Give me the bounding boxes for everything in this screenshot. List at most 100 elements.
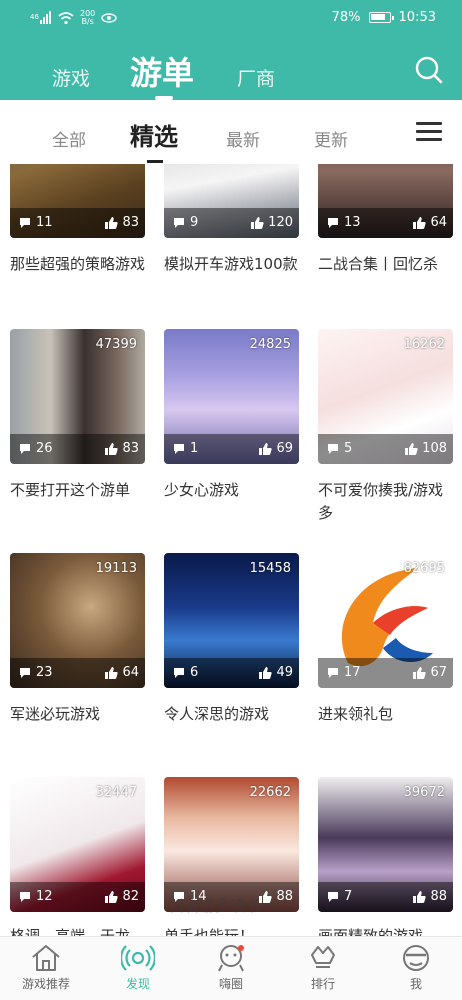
svg-text:46: 46 [30,13,39,21]
card-title: 少女心游戏 [164,481,240,499]
view-count: 39672 [403,785,445,800]
card-title: 那些超强的策略游戏 [10,255,146,273]
comment-icon [328,443,338,454]
nav-circle[interactable]: 嗨圈 [196,943,266,992]
view-count: 24825 [249,337,291,352]
profile-icon [403,945,429,971]
sub-tabs: 全部 精选 最新 更新 [0,100,462,164]
game-list-grid: 11 83 那些超强的策略游戏 9 120 模拟开车游戏100款 13 64 二… [0,164,462,936]
card-stats: 26 83 [10,434,145,464]
comment-icon [20,667,30,678]
card-stats: 13 64 [318,208,453,238]
card-stats: 6 49 [164,658,299,688]
view-count: 15458 [249,561,291,576]
comment-icon [20,217,30,228]
comment-icon [174,667,184,678]
tab-vendors[interactable]: 厂商 [237,64,275,91]
subtab-updated[interactable]: 更新 [314,126,348,151]
view-count: 16262 [403,337,445,352]
app-header: 46 200 B/s 78% 10:53 游戏 游单 厂商 [0,0,462,100]
home-icon [32,945,60,971]
card-stats: 23 64 [10,658,145,688]
card-thumbnail: 13 64 [318,164,453,238]
trophy-icon [311,946,335,968]
thumbs-up-icon [413,666,427,679]
card-stats: 5 108 [318,434,453,464]
tab-games[interactable]: 游戏 [52,64,90,91]
clock: 10:53 [398,10,436,25]
thumbs-up-icon [405,442,418,455]
comment-icon [20,891,30,902]
card-thumbnail: 19113 23 64 [10,553,145,688]
card-title: 军迷必玩游戏 [10,705,101,723]
thumbs-up-icon [413,890,427,903]
card-title: 进来领礼包 [318,705,394,723]
card-title: 不可爱你揍我/游戏多 [318,481,444,522]
thumbs-up-icon [259,442,273,455]
battery-icon [368,12,394,23]
card-stats: 12 82 [10,882,145,912]
list-menu-icon[interactable] [416,122,442,144]
watermark: 抖音游多读书 [170,897,261,915]
search-icon[interactable] [414,55,444,85]
subtab-indicator [147,160,163,163]
subtab-all[interactable]: 全部 [52,126,86,151]
card-stats: 11 83 [10,208,145,238]
nav-discover[interactable]: 发现 [103,943,173,992]
card-thumbnail: 82695 17 67 [318,553,453,688]
tab-game-lists[interactable]: 游单 [130,48,194,94]
signal-icon: 46 [30,11,51,24]
view-count: 32447 [95,785,137,800]
view-count: 47399 [95,337,137,352]
network-speed: 200 B/s [80,9,96,26]
card-title: 画面精致的游戏 [318,927,424,936]
eye-icon [101,13,117,23]
card-thumbnail: 47399 26 83 [10,329,145,464]
card-thumbnail: 39672 7 88 [318,777,453,912]
card-thumbnail: 9 120 [164,164,299,238]
thumbs-up-icon [105,890,119,903]
thumbs-up-icon [413,216,427,229]
thumbs-up-icon [259,890,273,903]
card-stats: 7 88 [318,882,453,912]
view-count: 82695 [403,561,445,576]
card-title: 单手也能玩！ [164,927,255,936]
battery-percent: 78% [331,10,361,25]
comment-icon [328,217,338,228]
card-title: 令人深思的游戏 [164,705,270,723]
wifi-icon [58,11,74,24]
thumbs-up-icon [105,442,119,455]
card-thumbnail: 11 83 [10,164,145,238]
subtab-latest[interactable]: 最新 [226,126,260,151]
view-count: 22662 [249,785,291,800]
card-thumbnail: 22662 14 88 [164,777,299,912]
thumbs-up-icon [105,216,119,229]
nav-me[interactable]: 我 [381,943,451,992]
card-stats: 17 67 [318,658,453,688]
comment-icon [20,443,30,454]
comment-icon [328,667,338,678]
thumbs-up-icon [105,666,119,679]
discover-icon [121,945,155,971]
card-stats: 9 120 [164,208,299,238]
card-thumbnail: 15458 6 49 [164,553,299,688]
thumbs-up-icon [251,216,264,229]
comment-icon [174,443,184,454]
status-bar: 46 200 B/s 78% 10:53 [0,8,462,30]
nav-recommend[interactable]: 游戏推荐 [11,943,81,992]
card-stats: 1 69 [164,434,299,464]
thumbs-up-icon [259,666,273,679]
comment-icon [174,217,184,228]
subtab-featured[interactable]: 精选 [130,117,178,152]
card-thumbnail: 16262 5 108 [318,329,453,464]
card-title: 模拟开车游戏100款 [164,255,298,273]
card-thumbnail: 24825 1 69 [164,329,299,464]
card-title: 格调、高端、于龙 [10,927,131,936]
comment-icon [328,891,338,902]
bottom-nav: 游戏推荐 发现 嗨圈 排行 我 [0,936,462,1000]
card-thumbnail: 32447 12 82 [10,777,145,912]
card-title: 二战合集丨回忆杀 [318,255,439,273]
notification-dot [238,945,244,951]
card-title: 不要打开这个游单 [10,481,131,499]
nav-rank[interactable]: 排行 [288,943,358,992]
